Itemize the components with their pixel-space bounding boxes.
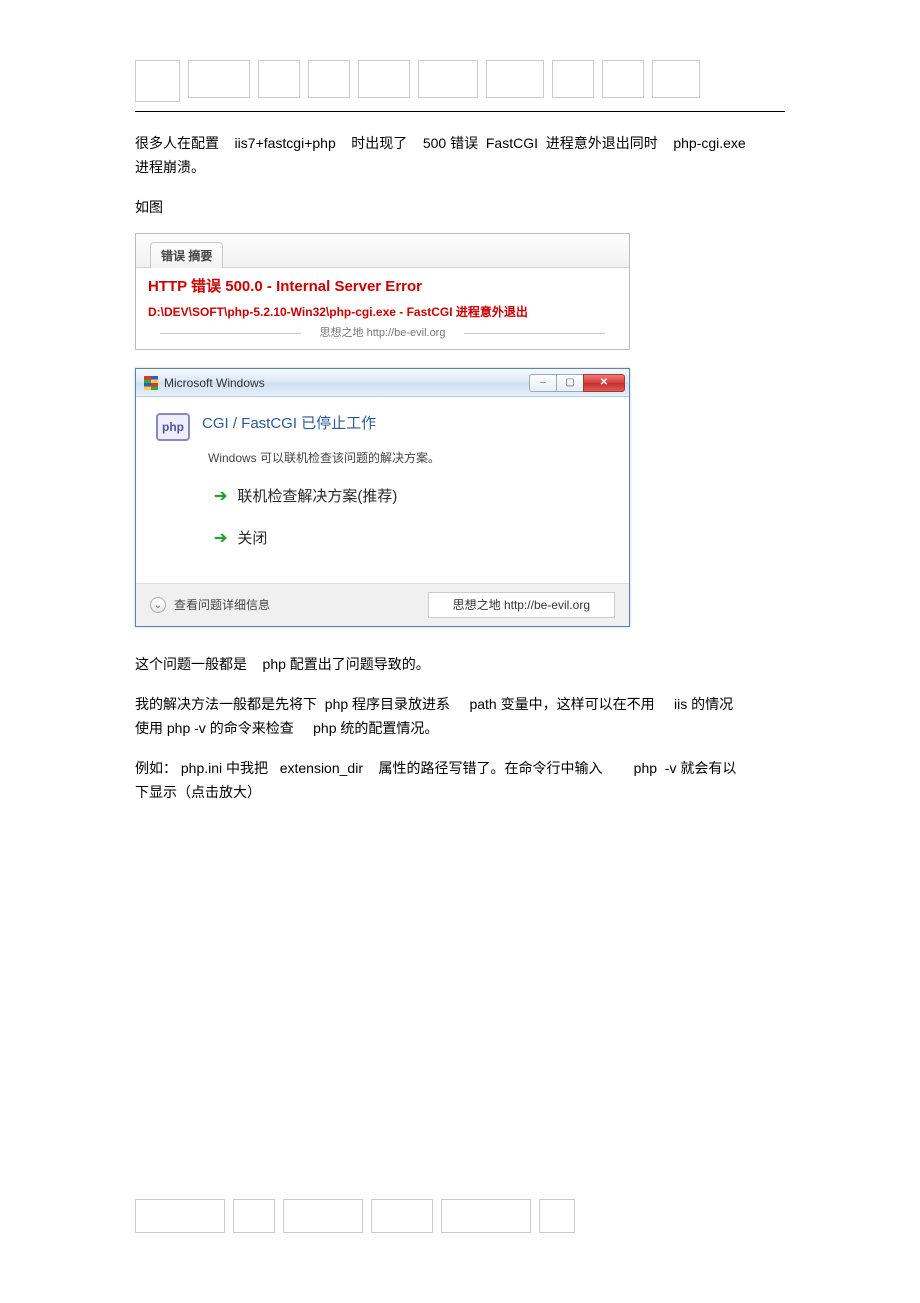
text: 如图 [135,199,163,215]
dialog-option-close[interactable]: ➔ 关闭 [214,527,609,551]
text: 例如： php.ini 中我把 extension_dir 属性的路径写错了。在… [135,760,736,776]
placeholder-box [258,60,300,98]
arrow-icon: ➔ [214,485,227,509]
placeholder-box [135,1199,225,1233]
dialog-body: php CGI / FastCGI 已停止工作 Windows 可以联机检查该问… [136,397,629,583]
dialog-titlebar[interactable]: Microsoft Windows – ▢ ✕ [136,369,629,397]
placeholder-box [308,60,350,98]
error-summary-block: 错误 摘要 HTTP 错误 500.0 - Internal Server Er… [135,233,630,350]
text: 下显示（点击放大） [135,784,261,800]
window-controls: – ▢ ✕ [530,374,625,392]
error-title: HTTP 错误 500.0 - Internal Server Error [148,276,617,299]
brand-label: 思想之地 http://be-evil.org [428,592,615,618]
text: 我的解决方法一般都是先将下 php 程序目录放进系 path 变量中，这样可以在… [135,696,733,712]
placeholder-box [371,1199,433,1233]
placeholder-box [539,1199,575,1233]
minimize-button[interactable]: – [529,374,557,392]
option-label: 关闭 [237,528,267,551]
dialog-heading-row: php CGI / FastCGI 已停止工作 [156,413,609,441]
placeholder-box [418,60,478,98]
placeholder-box [552,60,594,98]
text: 这个问题一般都是 php 配置出了问题导致的。 [135,656,430,672]
paragraph-cause: 这个问题一般都是 php 配置出了问题导致的。 [135,651,785,679]
placeholder-box [486,60,544,98]
dialog-subtext: Windows 可以联机检查该问题的解决方案。 [208,449,609,467]
error-tab[interactable]: 错误 摘要 [150,242,223,268]
placeholder-box [652,60,700,98]
error-footer: 思想之地 http://be-evil.org [148,325,617,342]
placeholder-box [602,60,644,98]
paragraph-img-label: 如图 [135,194,785,222]
paragraph-solution: 我的解决方法一般都是先将下 php 程序目录放进系 path 变量中，这样可以在… [135,691,785,743]
php-icon: php [156,413,190,441]
close-button[interactable]: ✕ [583,374,625,392]
error-path: D:\DEV\SOFT\php-5.2.10-Win32\php-cgi.exe… [148,303,617,321]
error-tab-bar: 错误 摘要 [136,234,629,268]
windows-dialog: Microsoft Windows – ▢ ✕ php CGI / FastCG… [135,368,630,627]
top-boxes [135,60,785,112]
dialog-option-online[interactable]: ➔ 联机检查解决方案(推荐) [214,485,609,509]
maximize-button[interactable]: ▢ [556,374,584,392]
dialog-heading: CGI / FastCGI 已停止工作 [202,413,376,436]
placeholder-box [358,60,410,98]
dialog-title: Microsoft Windows [164,374,265,392]
details-link[interactable]: 查看问题详细信息 [174,596,270,614]
bottom-boxes [135,1199,575,1233]
paragraph-intro: 很多人在配置 iis7+fastcgi+php 时出现了 500 错误 Fast… [135,130,785,182]
option-label: 联机检查解决方案(推荐) [237,486,397,509]
text: 很多人在配置 iis7+fastcgi+php 时出现了 500 错误 Fast… [135,135,746,151]
text: 进程崩溃。 [135,159,205,175]
paragraph-example: 例如： php.ini 中我把 extension_dir 属性的路径写错了。在… [135,755,785,807]
placeholder-box [135,60,180,102]
chevron-down-icon[interactable]: ⌄ [150,597,166,613]
placeholder-box [283,1199,363,1233]
text: 使用 php -v 的命令来检查 php 统的配置情况。 [135,720,438,736]
arrow-icon: ➔ [214,527,227,551]
placeholder-box [188,60,250,98]
placeholder-box [233,1199,275,1233]
error-body: HTTP 错误 500.0 - Internal Server Error D:… [136,268,629,343]
dialog-footer: ⌄ 查看问题详细信息 思想之地 http://be-evil.org [136,583,629,626]
windows-icon [144,376,158,390]
placeholder-box [441,1199,531,1233]
